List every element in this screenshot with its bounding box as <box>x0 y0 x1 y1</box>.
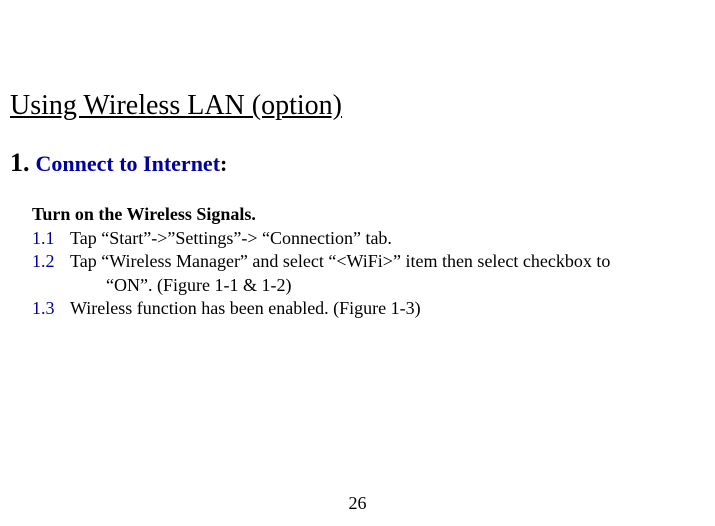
step-text: Tap “Start”->”Settings”-> “Connection” t… <box>70 227 705 250</box>
step-row: 1.1 Tap “Start”->”Settings”-> “Connectio… <box>32 227 705 250</box>
step-continuation: “ON”. (Figure 1-1 & 1-2) <box>70 274 695 297</box>
section-title: Using Wireless LAN (option) <box>10 90 705 122</box>
step-text: Wireless function has been enabled. (Fig… <box>70 297 705 320</box>
step-text: Tap “Wireless Manager” and select “<WiFi… <box>70 250 705 297</box>
step-text-line1: Tap “Wireless Manager” and select “<WiFi… <box>70 251 610 271</box>
subsection-colon: : <box>220 151 227 176</box>
step-number: 1.3 <box>32 297 70 320</box>
subsection-heading: 1.Connect to Internet: <box>10 148 705 178</box>
step-number: 1.1 <box>32 227 70 250</box>
page-number: 26 <box>0 493 715 514</box>
step-row: 1.3 Wireless function has been enabled. … <box>32 297 705 320</box>
subsection-text: Connect to Internet <box>36 151 221 176</box>
instruction-heading: Turn on the Wireless Signals. <box>32 204 705 225</box>
step-row: 1.2 Tap “Wireless Manager” and select “<… <box>32 250 705 297</box>
instruction-block: Turn on the Wireless Signals. 1.1 Tap “S… <box>10 204 705 321</box>
step-number: 1.2 <box>32 250 70 297</box>
subsection-number: 1. <box>10 148 30 177</box>
